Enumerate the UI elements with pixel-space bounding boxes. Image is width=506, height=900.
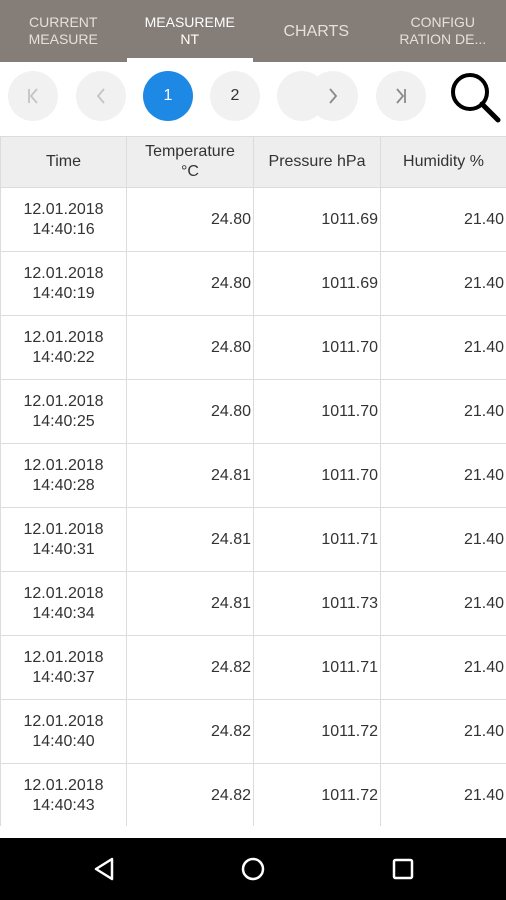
search-icon[interactable] xyxy=(448,70,502,124)
table-row[interactable]: 12.01.2018 14:40:34 24.81 1011.73 21.40 xyxy=(0,571,506,636)
table-header-row: Time Temperature °C Pressure hPa Humidit… xyxy=(0,136,506,188)
pagination-bar: 1 2 xyxy=(0,62,506,134)
time-cell: 12.01.2018 14:40:37 xyxy=(0,635,127,700)
pressure-cell: 1011.70 xyxy=(253,443,381,508)
time-cell: 12.01.2018 14:40:25 xyxy=(0,379,127,444)
pressure-cell: 1011.73 xyxy=(253,571,381,636)
previous-page-icon xyxy=(96,88,105,104)
first-page-icon xyxy=(28,88,38,104)
table-row[interactable]: 12.01.2018 14:40:16 24.80 1011.69 21.40 xyxy=(0,187,506,252)
pressure-cell: 1011.69 xyxy=(253,187,381,252)
humidity-cell: 21.40 xyxy=(380,443,506,508)
time-cell: 12.01.2018 14:40:43 xyxy=(0,763,127,826)
temperature-cell: 24.81 xyxy=(126,571,254,636)
temperature-cell: 24.80 xyxy=(126,315,254,380)
pressure-cell: 1011.72 xyxy=(253,699,381,764)
pressure-cell: 1011.70 xyxy=(253,379,381,444)
tab-bar: CURRENT MEASURE MEASUREME NT CHARTS CONF… xyxy=(0,0,506,62)
temperature-cell: 24.82 xyxy=(126,763,254,826)
page-1-button[interactable]: 1 xyxy=(143,71,193,121)
table-row[interactable]: 12.01.2018 14:40:37 24.82 1011.71 21.40 xyxy=(0,635,506,700)
tab-measurement[interactable]: MEASUREME NT xyxy=(126,0,254,62)
humidity-cell: 21.40 xyxy=(380,699,506,764)
humidity-cell: 21.40 xyxy=(380,187,506,252)
temperature-cell: 24.80 xyxy=(126,379,254,444)
column-header-pressure[interactable]: Pressure hPa xyxy=(253,136,381,188)
column-header-temperature[interactable]: Temperature °C xyxy=(126,136,254,188)
tab-charts[interactable]: CHARTS xyxy=(253,0,380,62)
pressure-cell: 1011.70 xyxy=(253,315,381,380)
tab-current-measure[interactable]: CURRENT MEASURE xyxy=(0,0,127,62)
next-page-icon xyxy=(329,88,338,104)
table-row[interactable]: 12.01.2018 14:40:40 24.82 1011.72 21.40 xyxy=(0,699,506,764)
humidity-cell: 21.40 xyxy=(380,379,506,444)
last-page-icon xyxy=(396,88,406,104)
temperature-cell: 24.81 xyxy=(126,443,254,508)
table-row[interactable]: 12.01.2018 14:40:31 24.81 1011.71 21.40 xyxy=(0,507,506,572)
last-page-button[interactable] xyxy=(376,71,426,121)
system-navigation-bar xyxy=(0,838,506,900)
recents-square-icon[interactable] xyxy=(388,854,418,884)
temperature-cell: 24.80 xyxy=(126,187,254,252)
pressure-cell: 1011.71 xyxy=(253,507,381,572)
humidity-cell: 21.40 xyxy=(380,571,506,636)
pressure-cell: 1011.71 xyxy=(253,635,381,700)
back-triangle-icon[interactable] xyxy=(89,854,119,884)
temperature-cell: 24.80 xyxy=(126,251,254,316)
temperature-cell: 24.82 xyxy=(126,699,254,764)
temperature-cell: 24.82 xyxy=(126,635,254,700)
humidity-cell: 21.40 xyxy=(380,251,506,316)
page-2-button[interactable]: 2 xyxy=(210,71,260,121)
temperature-cell: 24.81 xyxy=(126,507,254,572)
table-row[interactable]: 12.01.2018 14:40:19 24.80 1011.69 21.40 xyxy=(0,251,506,316)
table-row[interactable]: 12.01.2018 14:40:28 24.81 1011.70 21.40 xyxy=(0,443,506,508)
home-circle-icon[interactable] xyxy=(238,854,268,884)
table-row[interactable]: 12.01.2018 14:40:43 24.82 1011.72 21.40 xyxy=(0,763,506,826)
time-cell: 12.01.2018 14:40:34 xyxy=(0,571,127,636)
pressure-cell: 1011.72 xyxy=(253,763,381,826)
humidity-cell: 21.40 xyxy=(380,507,506,572)
column-header-time[interactable]: Time xyxy=(0,136,127,188)
tab-configuration[interactable]: CONFIGU RATION DE... xyxy=(380,0,506,62)
previous-page-button[interactable] xyxy=(76,71,126,121)
time-cell: 12.01.2018 14:40:22 xyxy=(0,315,127,380)
humidity-cell: 21.40 xyxy=(380,635,506,700)
column-header-humidity[interactable]: Humidity % xyxy=(380,136,506,188)
pressure-cell: 1011.69 xyxy=(253,251,381,316)
measurement-table: Time Temperature °C Pressure hPa Humidit… xyxy=(0,136,506,826)
time-cell: 12.01.2018 14:40:28 xyxy=(0,443,127,508)
humidity-cell: 21.40 xyxy=(380,315,506,380)
next-page-button[interactable] xyxy=(308,71,358,121)
time-cell: 12.01.2018 14:40:40 xyxy=(0,699,127,764)
time-cell: 12.01.2018 14:40:19 xyxy=(0,251,127,316)
first-page-button[interactable] xyxy=(8,71,58,121)
time-cell: 12.01.2018 14:40:16 xyxy=(0,187,127,252)
humidity-cell: 21.40 xyxy=(380,763,506,826)
table-row[interactable]: 12.01.2018 14:40:22 24.80 1011.70 21.40 xyxy=(0,315,506,380)
time-cell: 12.01.2018 14:40:31 xyxy=(0,507,127,572)
table-row[interactable]: 12.01.2018 14:40:25 24.80 1011.70 21.40 xyxy=(0,379,506,444)
